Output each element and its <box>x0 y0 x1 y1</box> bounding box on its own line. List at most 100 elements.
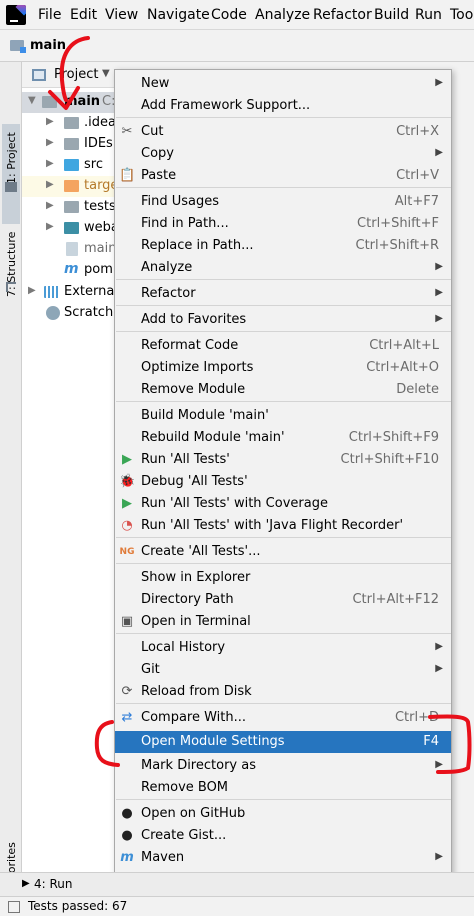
menu-view[interactable]: View <box>105 7 138 23</box>
tree-item-webapp[interactable]: ▶ webapp <box>22 218 122 239</box>
menu-item-label: Maven <box>141 850 185 865</box>
menu-item-directory-path[interactable]: Directory Path Ctrl+Alt+F12 <box>115 589 451 611</box>
submenu-arrow-icon: ▶ <box>435 77 443 88</box>
collapse-arrow-icon[interactable]: ▶ <box>46 137 54 148</box>
menu-item-refactor[interactable]: Refactor ▶ <box>115 283 451 305</box>
menu-item-compare-with[interactable]: ⇄ Compare With... Ctrl+D <box>115 707 451 729</box>
menu-item-new[interactable]: New ▶ <box>115 73 451 95</box>
collapse-arrow-icon[interactable]: ▶ <box>46 116 54 127</box>
menu-refactor[interactable]: Refactor <box>313 7 372 23</box>
menu-item-label: Debug 'All Tests' <box>141 474 248 489</box>
menu-item-run-all-tests-with-java-flight-recorder[interactable]: ◔ Run 'All Tests' with 'Java Flight Recor… <box>115 515 451 537</box>
debug-icon: 🐞 <box>119 474 136 489</box>
status-bar: Tests passed: 67 <box>0 896 474 916</box>
menu-item-open-in-terminal[interactable]: ▣ Open in Terminal <box>115 611 451 633</box>
tree-item-src[interactable]: ▶ src <box>22 155 122 176</box>
iml-file-icon <box>66 242 78 256</box>
structure-icon <box>6 282 16 292</box>
menu-item-rebuild-module-main[interactable]: Rebuild Module 'main' Ctrl+Shift+F9 <box>115 427 451 449</box>
menu-item-cut[interactable]: ✂ Cut Ctrl+X <box>115 121 451 143</box>
menu-item-git[interactable]: Git ▶ <box>115 659 451 681</box>
tree-item-target[interactable]: ▶ target <box>22 176 122 197</box>
menu-item-add-framework-support[interactable]: Add Framework Support... <box>115 95 451 117</box>
menu-item-run-all-tests-with-coverage[interactable]: ▶ Run 'All Tests' with Coverage <box>115 493 451 515</box>
menu-item-optimize-imports[interactable]: Optimize Imports Ctrl+Alt+O <box>115 357 451 379</box>
menu-item-label: Git <box>141 662 160 677</box>
menu-item-paste[interactable]: 📋 Paste Ctrl+V <box>115 165 451 187</box>
menu-item-label: Local History <box>141 640 226 655</box>
status-square-icon <box>8 901 20 913</box>
menu-item-debug-all-tests[interactable]: 🐞 Debug 'All Tests' <box>115 471 451 493</box>
menu-tools[interactable]: Tools <box>450 7 474 23</box>
tree-item-idea[interactable]: ▶ .idea <box>22 113 122 134</box>
menu-item-label: New <box>141 76 170 91</box>
breadcrumb-main[interactable]: main <box>30 38 66 53</box>
collapse-arrow-icon[interactable]: ▶ <box>46 221 54 232</box>
tab-run[interactable]: 4: Run <box>34 877 73 891</box>
menu-item-shortcut: Ctrl+Shift+R <box>355 238 440 253</box>
menu-item-remove-bom[interactable]: Remove BOM <box>115 777 451 799</box>
menu-item-create-all-tests[interactable]: NG Create 'All Tests'... <box>115 541 451 563</box>
menu-item-label: Open on GitHub <box>141 806 246 821</box>
menu-item-reformat-code[interactable]: Reformat Code Ctrl+Alt+L <box>115 335 451 357</box>
tree-item-main[interactable]: ▼ main C:\ <box>22 92 122 113</box>
menu-item-label: Paste <box>141 168 177 183</box>
menu-item-open-module-settings[interactable]: Open Module Settings F4 <box>115 731 451 753</box>
tree-item-pom[interactable]: m pom.xml <box>22 260 122 281</box>
menu-navigate[interactable]: Navigate <box>147 7 210 23</box>
menu-item-analyze[interactable]: Analyze ▶ <box>115 257 451 279</box>
menu-build[interactable]: Build <box>374 7 409 23</box>
menu-item-shortcut: Ctrl+X <box>396 124 439 139</box>
tree-item-main-iml[interactable]: main.iml <box>22 239 122 260</box>
folder-icon <box>64 201 79 213</box>
tab-structure[interactable]: 7: Structure <box>2 222 20 312</box>
submenu-arrow-icon: ▶ <box>435 759 443 770</box>
menu-item-mark-directory-as[interactable]: Mark Directory as ▶ <box>115 755 451 777</box>
collapse-arrow-icon[interactable]: ▶ <box>46 158 54 169</box>
menu-item-label: Refactor <box>141 286 196 301</box>
menu-run[interactable]: Run <box>415 7 442 23</box>
tree-item-scratches[interactable]: Scratches and Consoles <box>22 303 122 324</box>
collapse-arrow-icon[interactable]: ▶ <box>46 179 54 190</box>
menu-item-copy[interactable]: Copy ▶ <box>115 143 451 165</box>
module-folder-icon <box>10 40 26 53</box>
tab-project[interactable]: 1: Project <box>2 124 20 224</box>
menu-item-open-on-github[interactable]: ● Open on GitHub <box>115 803 451 825</box>
menu-item-reload-from-disk[interactable]: ⟳ Reload from Disk <box>115 681 451 703</box>
menu-item-find-usages[interactable]: Find Usages Alt+F7 <box>115 191 451 213</box>
left-tool-strip: 1: Project 7: Structure 2: Favorites ★ <box>0 62 22 916</box>
menu-item-maven[interactable]: m Maven ▶ <box>115 847 451 869</box>
menu-item-find-in-path[interactable]: Find in Path... Ctrl+Shift+F <box>115 213 451 235</box>
submenu-arrow-icon: ▶ <box>435 261 443 272</box>
menu-item-build-module-main[interactable]: Build Module 'main' <box>115 405 451 427</box>
menu-separator <box>116 537 451 538</box>
libraries-icon <box>44 286 59 298</box>
menu-item-add-to-favorites[interactable]: Add to Favorites ▶ <box>115 309 451 331</box>
collapse-arrow-icon[interactable]: ▶ <box>46 200 54 211</box>
menu-separator <box>116 305 451 306</box>
menu-separator <box>116 331 451 332</box>
menu-item-show-in-explorer[interactable]: Show in Explorer <box>115 567 451 589</box>
excluded-folder-icon <box>64 180 79 192</box>
project-view-selector[interactable]: Project <box>54 67 98 82</box>
github-icon: ● <box>121 806 133 821</box>
menu-item-run-all-tests[interactable]: ▶ Run 'All Tests' Ctrl+Shift+F10 <box>115 449 451 471</box>
tree-item-tests[interactable]: ▶ tests <box>22 197 122 218</box>
menu-item-label: Add Framework Support... <box>141 98 311 113</box>
collapse-arrow-icon[interactable]: ▶ <box>28 285 36 296</box>
menu-item-replace-in-path[interactable]: Replace in Path... Ctrl+Shift+R <box>115 235 451 257</box>
menu-edit[interactable]: Edit <box>70 7 97 23</box>
chevron-down-icon[interactable]: ▼ <box>102 68 110 79</box>
menu-item-local-history[interactable]: Local History ▶ <box>115 637 451 659</box>
menu-item-create-gist[interactable]: ● Create Gist... <box>115 825 451 847</box>
expand-arrow-icon[interactable]: ▼ <box>28 95 36 106</box>
menu-separator <box>116 401 451 402</box>
tree-item-external-libraries[interactable]: ▶ External Libraries <box>22 282 122 303</box>
menu-item-remove-module[interactable]: Remove Module Delete <box>115 379 451 401</box>
scratches-icon <box>46 306 60 320</box>
menu-file[interactable]: File <box>38 7 61 23</box>
submenu-arrow-icon: ▶ <box>435 147 443 158</box>
menu-analyze[interactable]: Analyze <box>255 7 310 23</box>
tree-item-ides[interactable]: ▶ IDEs <box>22 134 122 155</box>
menu-code[interactable]: Code <box>211 7 247 23</box>
